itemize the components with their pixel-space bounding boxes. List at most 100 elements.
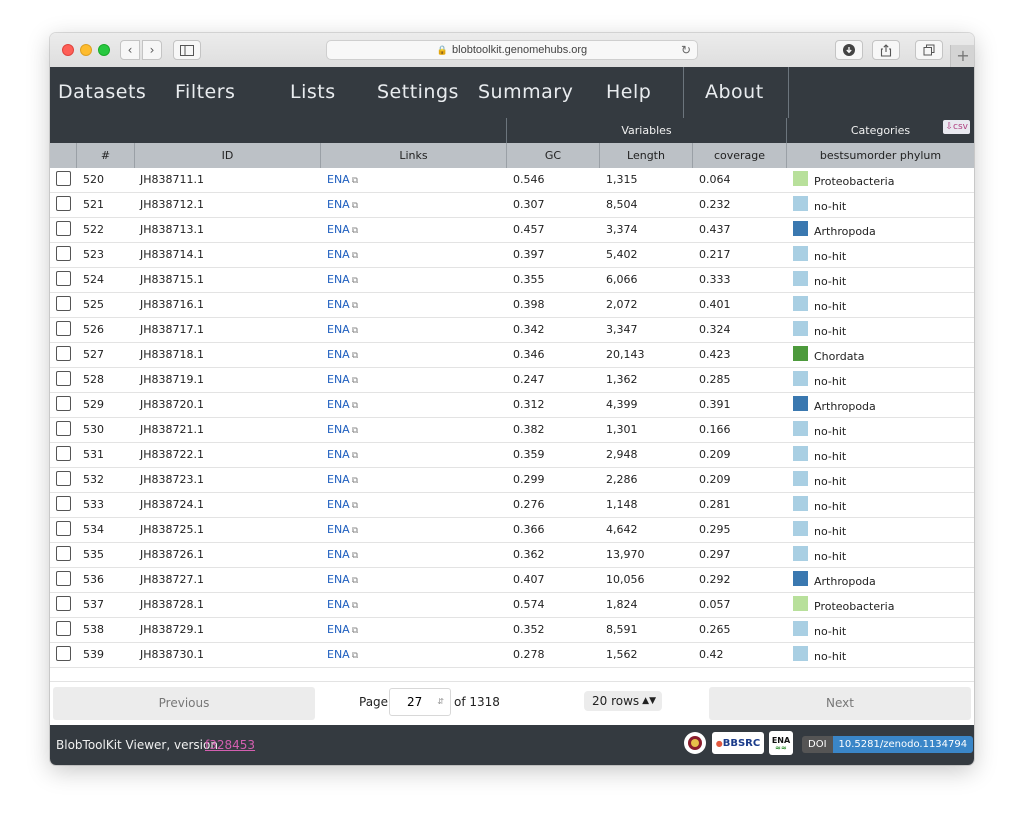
ena-link[interactable]: ENA [327,448,350,461]
col-header-gc[interactable]: GC [507,143,600,168]
downloads-button[interactable] [835,40,863,60]
ena-link[interactable]: ENA [327,298,350,311]
row-select-checkbox[interactable] [56,421,71,436]
cell-number: 525 [83,293,104,317]
ena-link[interactable]: ENA [327,273,350,286]
nav-about[interactable]: About [705,67,764,118]
stepper-icon[interactable]: ⇵ [437,689,444,715]
cell-links[interactable]: ENA⧉ [327,343,358,367]
cell-links[interactable]: ENA⧉ [327,193,358,217]
cell-links[interactable]: ENA⧉ [327,218,358,242]
share-button[interactable] [872,40,900,60]
row-select-checkbox[interactable] [56,646,71,661]
row-select-checkbox[interactable] [56,396,71,411]
ena-link[interactable]: ENA [327,573,350,586]
row-select-checkbox[interactable] [56,621,71,636]
zoom-window-button[interactable] [98,44,110,56]
cell-links[interactable]: ENA⧉ [327,468,358,492]
col-header-id[interactable]: ID [135,143,321,168]
ena-link[interactable]: ENA [327,548,350,561]
cell-links[interactable]: ENA⧉ [327,168,358,192]
close-window-button[interactable] [62,44,74,56]
cell-links[interactable]: ENA⧉ [327,318,358,342]
tabs-overview-button[interactable] [915,40,943,60]
ena-link[interactable]: ENA [327,523,350,536]
ena-link[interactable]: ENA [327,473,350,486]
row-select-checkbox[interactable] [56,296,71,311]
row-select-checkbox[interactable] [56,521,71,536]
row-select-checkbox[interactable] [56,371,71,386]
ena-link[interactable]: ENA [327,373,350,386]
row-select-checkbox[interactable] [56,221,71,236]
sidebar-toggle-button[interactable] [173,40,201,60]
ena-link[interactable]: ENA [327,248,350,261]
col-header-coverage[interactable]: coverage [693,143,787,168]
nav-datasets[interactable]: Datasets [58,67,146,118]
nav-settings[interactable]: Settings [377,67,459,118]
page-number-input[interactable]: 27 ⇵ [389,688,451,716]
row-select-checkbox[interactable] [56,546,71,561]
col-header-number[interactable]: # [77,143,135,168]
cell-links[interactable]: ENA⧉ [327,268,358,292]
nav-filters[interactable]: Filters [175,67,235,118]
cell-links[interactable]: ENA⧉ [327,493,358,517]
row-select-checkbox[interactable] [56,471,71,486]
ena-logo[interactable]: ENA ≈≈ [769,731,793,755]
cell-links[interactable]: ENA⧉ [327,543,358,567]
cell-links[interactable]: ENA⧉ [327,243,358,267]
university-crest-logo[interactable] [684,732,706,754]
cell-gc: 0.352 [513,618,545,642]
csv-download-button[interactable]: ⇩csv [943,120,970,134]
cell-links[interactable]: ENA⧉ [327,643,358,667]
row-select-checkbox[interactable] [56,171,71,186]
address-bar[interactable]: 🔒 blobtoolkit.genomehubs.org ↻ [326,40,698,60]
nav-help[interactable]: Help [606,67,651,118]
forward-button[interactable]: › [142,40,162,60]
ena-link[interactable]: ENA [327,223,350,236]
ena-link[interactable]: ENA [327,498,350,511]
minimize-window-button[interactable] [80,44,92,56]
cell-links[interactable]: ENA⧉ [327,293,358,317]
ena-link[interactable]: ENA [327,598,350,611]
cell-links[interactable]: ENA⧉ [327,418,358,442]
row-select-checkbox[interactable] [56,571,71,586]
col-header-length[interactable]: Length [600,143,693,168]
ena-link[interactable]: ENA [327,348,350,361]
cell-links[interactable]: ENA⧉ [327,443,358,467]
nav-summary[interactable]: Summary [478,67,573,118]
row-select-checkbox[interactable] [56,246,71,261]
row-select-checkbox[interactable] [56,321,71,336]
nav-lists[interactable]: Lists [290,67,336,118]
row-select-checkbox[interactable] [56,271,71,286]
reload-icon[interactable]: ↻ [681,43,691,57]
category-swatch [793,546,808,561]
col-header-phylum[interactable]: bestsumorder phylum [787,143,974,168]
cell-links[interactable]: ENA⧉ [327,368,358,392]
ena-link[interactable]: ENA [327,648,350,661]
ena-link[interactable]: ENA [327,173,350,186]
back-button[interactable]: ‹ [120,40,140,60]
ena-link[interactable]: ENA [327,398,350,411]
cell-links[interactable]: ENA⧉ [327,593,358,617]
row-select-checkbox[interactable] [56,196,71,211]
ena-link[interactable]: ENA [327,198,350,211]
row-select-checkbox[interactable] [56,596,71,611]
rows-per-page-select[interactable]: 20 rows ▲▼ [584,691,662,711]
row-select-checkbox[interactable] [56,446,71,461]
next-button[interactable]: Next [709,687,971,720]
previous-button[interactable]: Previous [53,687,315,720]
version-link[interactable]: f328453 [205,738,255,752]
row-select-checkbox[interactable] [56,346,71,361]
ena-link[interactable]: ENA [327,323,350,336]
new-tab-button[interactable]: + [950,45,974,67]
row-select-checkbox[interactable] [56,496,71,511]
bbsrc-logo[interactable]: ●BBSRC [712,732,764,754]
cell-links[interactable]: ENA⧉ [327,518,358,542]
cell-links[interactable]: ENA⧉ [327,393,358,417]
ena-link[interactable]: ENA [327,423,350,436]
ena-link[interactable]: ENA [327,623,350,636]
cell-links[interactable]: ENA⧉ [327,618,358,642]
cell-links[interactable]: ENA⧉ [327,568,358,592]
col-header-links[interactable]: Links [321,143,507,168]
doi-badge[interactable]: DOI 10.5281/zenodo.1134794 [802,736,973,753]
